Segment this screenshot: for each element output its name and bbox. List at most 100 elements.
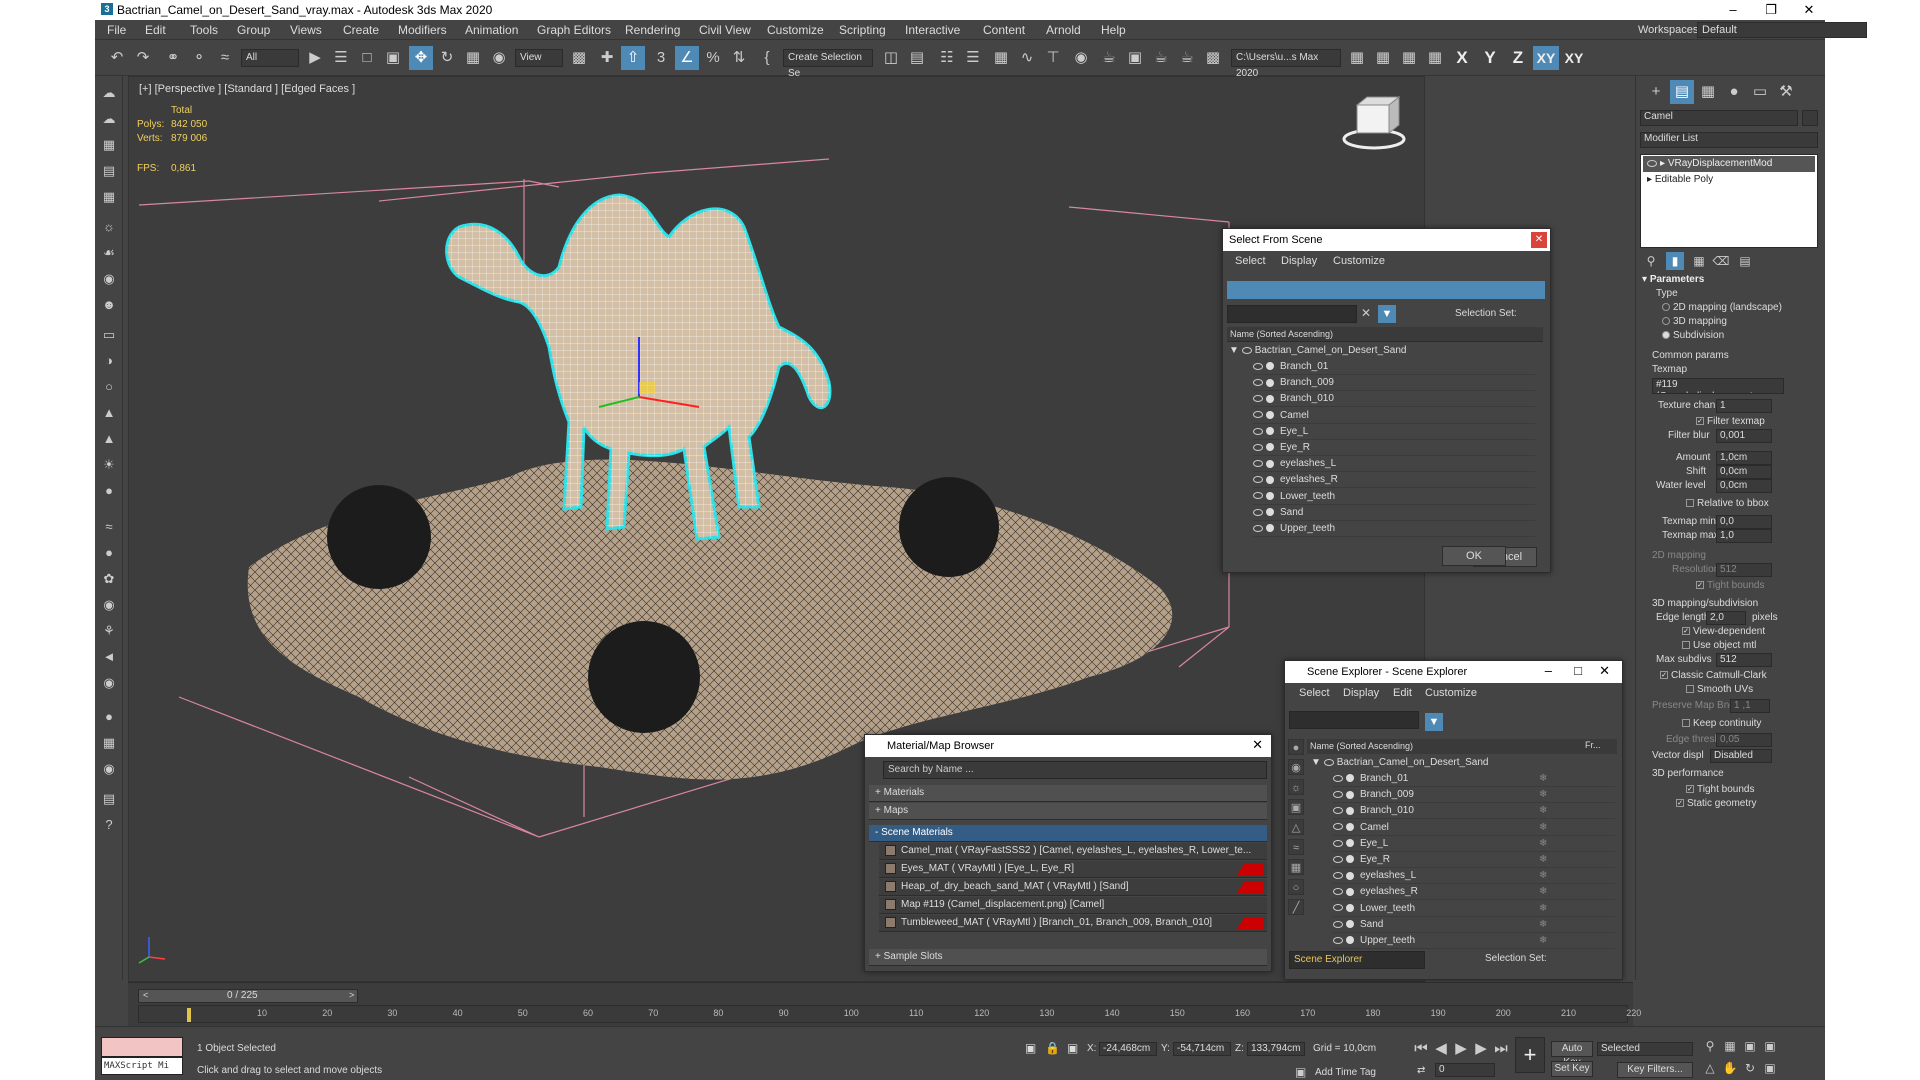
orbit-icon[interactable]: ↻ [1741, 1059, 1759, 1077]
se-column-header[interactable]: Name (Sorted Ascending) [1307, 739, 1617, 754]
edit-named-selection-icon[interactable]: { [755, 46, 779, 70]
make-unique-icon[interactable]: ▦ [1690, 252, 1708, 270]
dialog-close-icon[interactable]: ✕ [1531, 232, 1547, 248]
scene-material-item[interactable]: Camel_mat ( VRayFastSSS2 ) [Camel, eyela… [879, 843, 1267, 860]
select-rotate-icon[interactable]: ↻ [435, 46, 459, 70]
modifier-list-dropdown[interactable]: Modifier List [1640, 132, 1818, 148]
axis-z-button[interactable]: Z [1505, 46, 1531, 70]
parameters-header[interactable]: ▾ Parameters [1642, 274, 1704, 285]
sfs-object-row[interactable]: Lower_teeth [1253, 489, 1535, 505]
eye-icon[interactable] [1253, 395, 1263, 403]
texmap-min-spinner[interactable]: 0,0 [1716, 515, 1772, 529]
ribbon-icon[interactable]: ▦ [989, 46, 1013, 70]
se-object-row[interactable]: Eye_R ❄ [1333, 852, 1615, 868]
minimize-icon[interactable]: – [1719, 1, 1747, 19]
se-object-row[interactable]: Camel ❄ [1333, 820, 1615, 836]
eye-icon[interactable] [1333, 807, 1343, 815]
modify-tab-icon[interactable]: ▤ [1670, 80, 1694, 104]
se-object-row[interactable]: Branch_009 ❄ [1333, 787, 1615, 804]
render-dot-icon[interactable] [1346, 936, 1354, 945]
menu-group[interactable]: Group [237, 23, 270, 37]
cloud-outline-icon[interactable]: ☁ [98, 108, 120, 130]
eye-icon[interactable] [1253, 508, 1263, 516]
edge-thresh-spinner[interactable]: 0,05 [1716, 733, 1772, 747]
se-menu-edit[interactable]: Edit [1393, 687, 1412, 699]
globe-icon[interactable]: ◉ [98, 594, 120, 616]
project-save-icon[interactable]: ▦ [1397, 46, 1421, 70]
max-subdivs-spinner[interactable]: 512 [1716, 653, 1772, 667]
freeze-icon[interactable]: ❄ [1539, 901, 1547, 917]
se-display-spacewarps-icon[interactable]: ≈ [1288, 839, 1304, 855]
menu-tools[interactable]: Tools [190, 23, 218, 37]
cloud-icon[interactable]: ☁ [98, 82, 120, 104]
freeze-icon[interactable]: ❄ [1539, 836, 1547, 852]
render-dot-icon[interactable] [1346, 887, 1354, 896]
mb-group-materials[interactable]: + Materials [869, 785, 1267, 802]
sfs-column-header[interactable]: Name (Sorted Ascending) [1227, 327, 1543, 342]
align-icon[interactable]: ▤ [905, 46, 929, 70]
configure-modifier-sets-icon[interactable]: ▤ [1736, 252, 1754, 270]
link-icon[interactable]: ⚭ [161, 46, 185, 70]
go-to-end-icon[interactable]: ⏭ [1489, 1037, 1513, 1061]
auto-key-button[interactable]: Auto Key [1551, 1041, 1593, 1068]
mirror-icon[interactable]: ◫ [879, 46, 903, 70]
freeze-icon[interactable]: ❄ [1539, 771, 1547, 787]
lock-selection-icon[interactable]: 🔒 [1045, 1041, 1060, 1055]
texture-chan-spinner[interactable]: 1 [1716, 399, 1772, 413]
menu-content[interactable]: Content [983, 23, 1025, 37]
render-dot-icon[interactable] [1346, 790, 1354, 799]
freeze-icon[interactable]: ❄ [1539, 852, 1547, 868]
eye-icon[interactable] [1253, 411, 1263, 419]
viewport-sphere-icon[interactable]: ◉ [98, 758, 120, 780]
stack-item-editable-poly[interactable]: ▸ Editable Poly [1643, 172, 1815, 188]
sfs-object-row[interactable]: Eye_L [1253, 424, 1535, 440]
type-2d-radio[interactable]: 2D mapping (landscape) [1662, 302, 1782, 313]
menu-customize[interactable]: Customize [767, 23, 824, 37]
amount-spinner[interactable]: 1,0cm [1716, 451, 1772, 465]
grass-icon[interactable]: ☙ [98, 242, 120, 264]
sfs-filter-icon[interactable]: ▼ [1378, 305, 1396, 323]
sfs-menu-display[interactable]: Display [1281, 255, 1317, 267]
sfs-object-row[interactable]: Upper_teeth [1253, 521, 1535, 537]
set-key-icon[interactable]: + [1515, 1037, 1545, 1073]
export-icon[interactable]: ▦ [98, 732, 120, 754]
freeze-icon[interactable]: ❄ [1539, 933, 1547, 949]
render-dot-icon[interactable] [1266, 378, 1274, 387]
render-dot-icon[interactable] [1346, 871, 1354, 880]
smooth-uvs-checkbox[interactable]: Smooth UVs [1686, 684, 1753, 695]
se-object-row[interactable]: Eye_L ❄ [1333, 836, 1615, 852]
scene-material-item[interactable]: Tumbleweed_MAT ( VRayMtl ) [Branch_01, B… [879, 915, 1267, 932]
eye-icon[interactable] [1253, 362, 1263, 370]
shift-spinner[interactable]: 0,0cm [1716, 465, 1772, 479]
eye-icon[interactable] [1253, 379, 1263, 387]
render-dot-icon[interactable] [1346, 839, 1354, 848]
percent-snap-icon[interactable]: % [701, 46, 725, 70]
render-dot-icon[interactable] [1346, 920, 1354, 929]
se-object-row[interactable]: Upper_teeth ❄ [1333, 933, 1615, 949]
classic-catmull-checkbox[interactable]: ✓ Classic Catmull-Clark [1660, 670, 1767, 681]
plane-icon[interactable]: ▭ [98, 324, 120, 346]
se-maximize-icon[interactable]: □ [1574, 663, 1582, 678]
render-gallery-icon[interactable]: ▩ [1201, 46, 1225, 70]
add-time-tag[interactable]: Add Time Tag [1315, 1067, 1376, 1078]
static-geometry-checkbox[interactable]: ✓ Static geometry [1676, 798, 1756, 809]
se-filter-icon[interactable]: ▼ [1425, 713, 1443, 731]
se-display-lights-icon[interactable]: ☼ [1288, 779, 1304, 795]
current-frame-field[interactable]: 0 [1435, 1063, 1495, 1077]
render-iterative-icon[interactable]: ☕ [1175, 46, 1199, 70]
object-color-swatch[interactable] [1802, 110, 1818, 126]
motion-tab-icon[interactable]: ● [1722, 80, 1746, 104]
se-root-row[interactable]: ▼ Bactrian_Camel_on_Desert_Sand [1311, 755, 1488, 771]
relative-bbox-checkbox[interactable]: Relative to bbox [1686, 498, 1769, 509]
eye-icon[interactable] [1333, 936, 1343, 944]
se-minimize-icon[interactable]: – [1545, 663, 1552, 678]
eye-icon[interactable] [1333, 855, 1343, 863]
render-dot-icon[interactable] [1266, 410, 1274, 419]
render-dot-icon[interactable] [1346, 774, 1354, 783]
redo-icon[interactable]: ↷ [131, 46, 155, 70]
key-mode-icon[interactable]: ⇄ [1417, 1065, 1425, 1076]
se-display-bones-icon[interactable]: ╱ [1288, 899, 1304, 915]
window-crossing-icon[interactable]: ▣ [381, 46, 405, 70]
manipulate-icon[interactable]: ✚ [595, 46, 619, 70]
type-3d-radio[interactable]: 3D mapping [1662, 316, 1727, 327]
